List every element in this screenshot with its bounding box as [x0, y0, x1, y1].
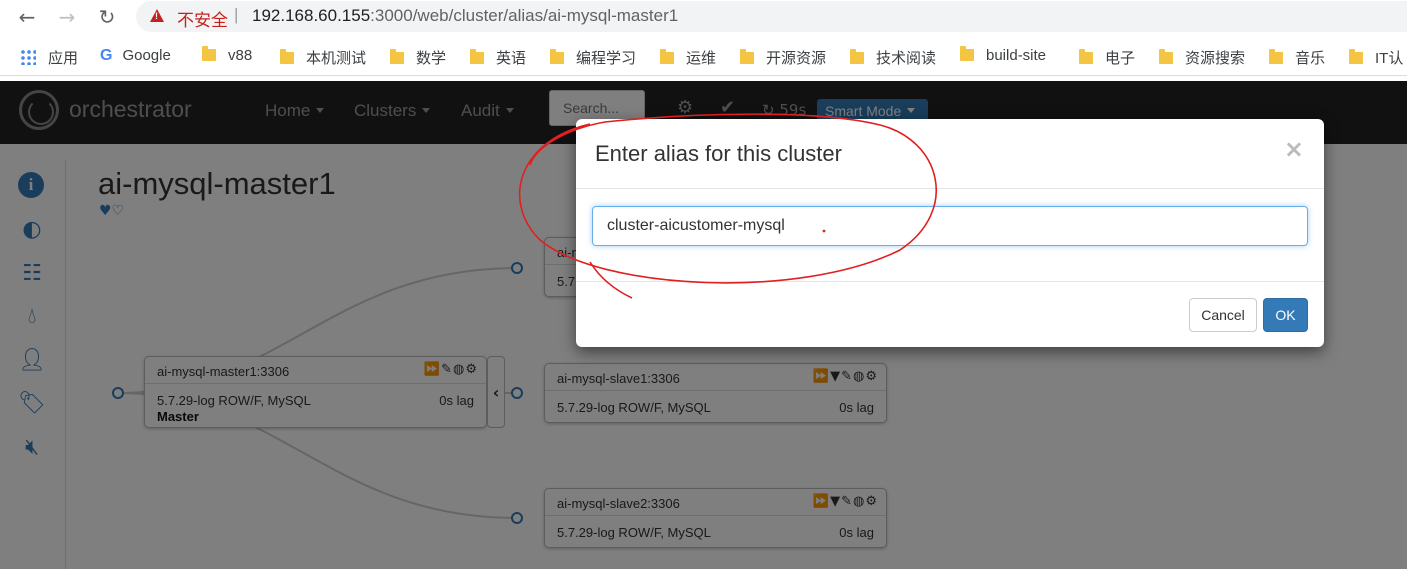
modal-title: Enter alias for this cluster — [595, 141, 842, 166]
alias-input[interactable] — [592, 206, 1308, 246]
cancel-button[interactable]: Cancel — [1189, 298, 1257, 332]
ok-button[interactable]: OK — [1263, 298, 1308, 332]
close-icon[interactable]: × — [1284, 135, 1304, 163]
alias-modal: Enter alias for this cluster × Cancel OK — [576, 119, 1324, 347]
